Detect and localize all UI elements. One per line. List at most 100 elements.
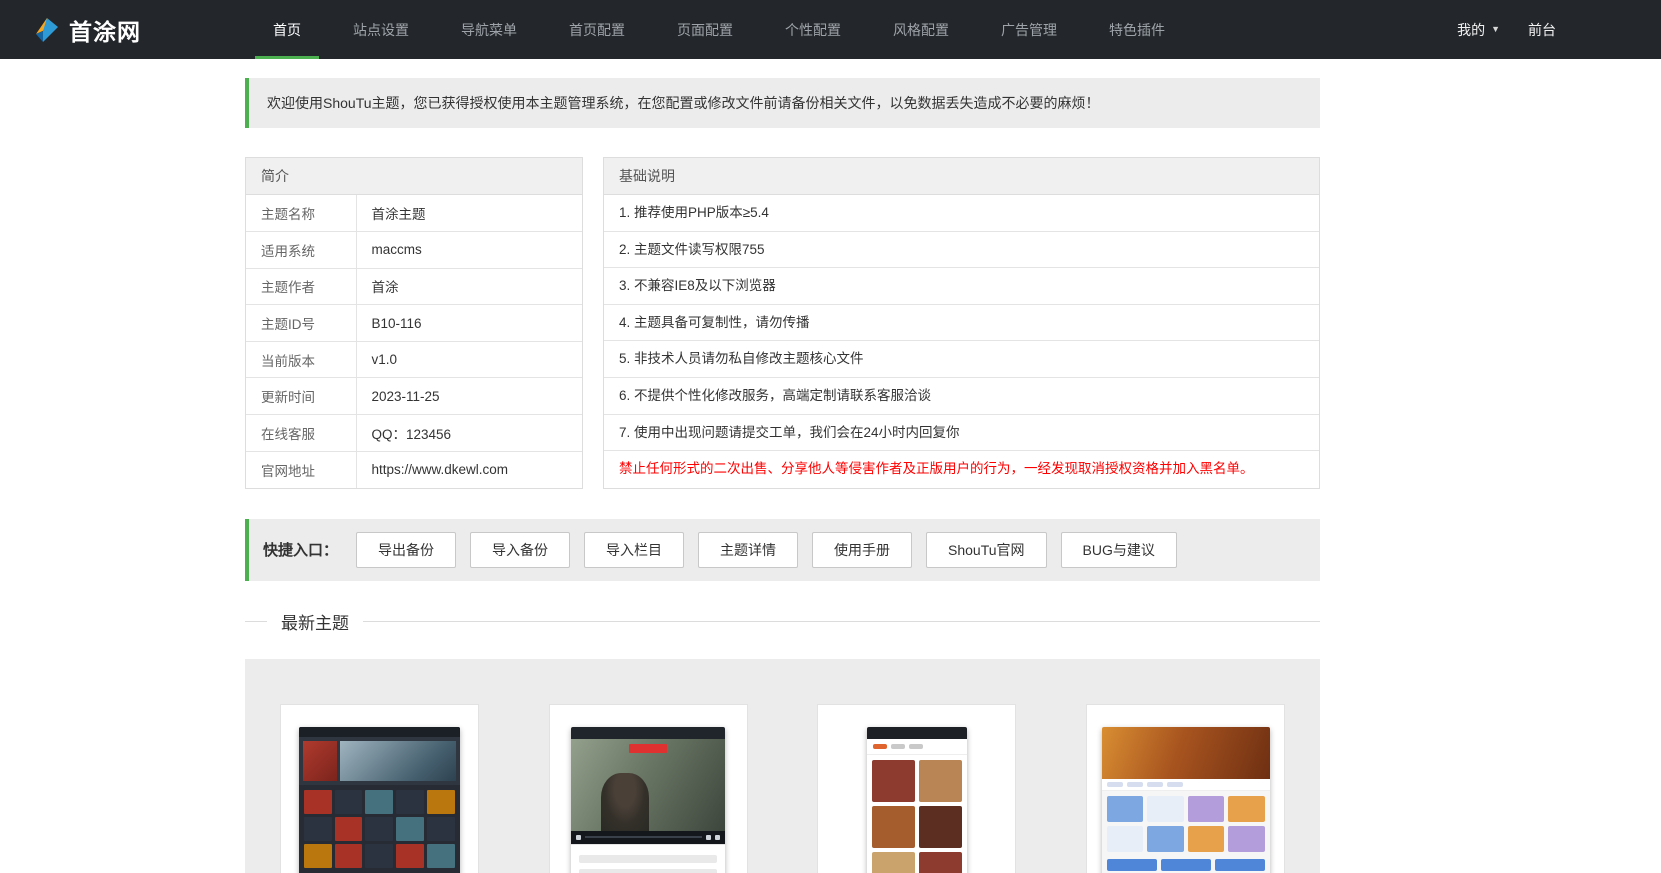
theme-preview-game-site	[1101, 726, 1270, 873]
thumb-person-silhouette	[601, 772, 650, 831]
thumb-tile	[1187, 825, 1225, 852]
thumb-tile	[396, 843, 425, 868]
play-icon	[576, 834, 582, 840]
thumb-tile	[334, 816, 363, 841]
thumb-tile	[365, 843, 394, 868]
front-site-link[interactable]: 前台	[1528, 20, 1556, 40]
row-value: 2023-11-25	[356, 377, 582, 416]
nav-item-ad-management[interactable]: 广告管理	[975, 0, 1083, 59]
table-row: 当前版本 v1.0	[246, 341, 582, 379]
thumb-tile	[427, 789, 455, 814]
thumb-statusbar	[866, 726, 967, 739]
thumb-tile	[303, 843, 332, 868]
thumb-tabbar	[866, 739, 967, 755]
row-value: 首涂	[356, 268, 582, 306]
row-label: 主题作者	[246, 268, 357, 306]
notes-panel: 基础说明 1. 推荐使用PHP版本≥5.4 2. 主题文件读写权限755 3. …	[603, 157, 1320, 489]
nav-item-style-config[interactable]: 风格配置	[867, 0, 975, 59]
thumb-banner-image	[339, 740, 456, 781]
thumb-tile	[871, 851, 915, 873]
theme-preview-mobile-app	[866, 726, 967, 873]
row-value: maccms	[356, 231, 582, 269]
nav-item-personal-config[interactable]: 个性配置	[759, 0, 867, 59]
qe-official-site-button[interactable]: ShouTu官网	[926, 531, 1047, 568]
logo[interactable]: 首涂网	[32, 13, 141, 47]
thumb-tile	[1228, 795, 1265, 822]
nav-item-home[interactable]: 首页	[247, 0, 327, 59]
divider-line	[363, 620, 1320, 622]
thumb-button	[1160, 858, 1211, 871]
thumb-tile	[1228, 825, 1265, 852]
thumb-tab	[872, 743, 887, 749]
progress-bar	[585, 836, 703, 839]
table-row: 官网地址 https://www.dkewl.com	[246, 451, 582, 488]
thumb-tile	[365, 789, 394, 814]
themes-grid	[245, 658, 1320, 873]
thumb-tile	[303, 816, 332, 841]
thumb-tile	[1106, 795, 1144, 822]
thumb-tile	[918, 805, 962, 848]
theme-card[interactable]	[817, 703, 1017, 873]
thumb-navbar	[1101, 778, 1270, 791]
table-row: 适用系统 maccms	[246, 231, 582, 269]
qe-manual-button[interactable]: 使用手册	[812, 531, 913, 568]
thumb-video-frame	[571, 738, 726, 831]
logo-text: 首涂网	[69, 18, 141, 45]
thumb-button-row	[1102, 857, 1270, 873]
my-dropdown[interactable]: 我的 ▼	[1457, 20, 1500, 40]
info-panels: 简介 主题名称 首涂主题 适用系统 maccms 主题作者 首涂 主题ID号 B…	[245, 157, 1320, 489]
main-content: 欢迎使用ShouTu主题，您已获得授权使用本主题管理系统，在您配置或修改文件前请…	[245, 78, 1320, 873]
table-row: 更新时间 2023-11-25	[246, 377, 582, 416]
row-value: https://www.dkewl.com	[371, 462, 509, 478]
thumb-text-line	[579, 854, 718, 863]
divider-line	[245, 620, 267, 622]
thumb-tile	[334, 789, 363, 814]
intro-table: 主题名称 首涂主题 适用系统 maccms 主题作者 首涂 主题ID号 B10-…	[246, 195, 582, 488]
theme-card[interactable]	[1086, 703, 1286, 873]
nav-item-site-settings[interactable]: 站点设置	[327, 0, 435, 59]
row-value: QQ：123456	[356, 414, 582, 452]
note-warning: 禁止任何形式的二次出售、分享他人等侵害作者及正版用户的行为，一经发现取消授权资格…	[619, 461, 1254, 477]
thumb-tile	[427, 816, 455, 841]
thumb-tile	[918, 759, 962, 802]
qe-import-categories-button[interactable]: 导入栏目	[584, 531, 685, 568]
theme-preview-video-player	[571, 726, 726, 873]
nav-item-featured-plugins[interactable]: 特色插件	[1083, 0, 1191, 59]
welcome-alert-text: 欢迎使用ShouTu主题，您已获得授权使用本主题管理系统，在您配置或修改文件前请…	[267, 95, 1100, 111]
thumb-tile	[1147, 825, 1184, 852]
thumb-tile	[918, 851, 962, 873]
theme-card[interactable]	[279, 703, 479, 873]
row-label: 官网地址	[246, 451, 357, 488]
thumb-banner	[1101, 726, 1270, 779]
row-value: v1.0	[356, 341, 582, 379]
qe-bug-feedback-button[interactable]: BUG与建议	[1060, 531, 1177, 568]
row-label: 当前版本	[246, 341, 357, 379]
latest-themes-title: 最新主题	[281, 613, 349, 633]
thumb-tile	[871, 759, 915, 802]
table-row: 主题名称 首涂主题	[246, 195, 582, 233]
theme-preview-movie-site	[298, 726, 460, 873]
latest-themes-heading: 最新主题	[245, 609, 1320, 634]
nav-item-home-config[interactable]: 首页配置	[543, 0, 651, 59]
thumb-image-grid	[867, 755, 967, 873]
qe-theme-details-button[interactable]: 主题详情	[698, 531, 799, 568]
note-item: 3. 不兼容IE8及以下浏览器	[604, 268, 1319, 305]
thumb-tile	[1106, 825, 1144, 852]
nav-item-nav-menu[interactable]: 导航菜单	[435, 0, 543, 59]
thumb-red-badge	[629, 743, 668, 753]
welcome-alert: 欢迎使用ShouTu主题，您已获得授权使用本主题管理系统，在您配置或修改文件前请…	[245, 78, 1320, 128]
thumb-nav-chip	[1106, 781, 1123, 787]
logo-icon	[32, 16, 60, 44]
theme-card[interactable]	[548, 703, 748, 873]
thumb-tile	[871, 805, 915, 848]
volume-icon	[706, 834, 712, 840]
thumb-poster-grid	[299, 785, 460, 873]
row-label: 适用系统	[246, 231, 357, 269]
note-item: 6. 不提供个性化修改服务，高端定制请联系客服洽谈	[604, 378, 1319, 415]
thumb-topbar	[571, 726, 726, 739]
thumb-tile	[365, 816, 394, 841]
qe-export-backup-button[interactable]: 导出备份	[356, 531, 457, 568]
qe-import-backup-button[interactable]: 导入备份	[470, 531, 571, 568]
thumb-content-area	[571, 843, 726, 873]
nav-item-page-config[interactable]: 页面配置	[651, 0, 759, 59]
